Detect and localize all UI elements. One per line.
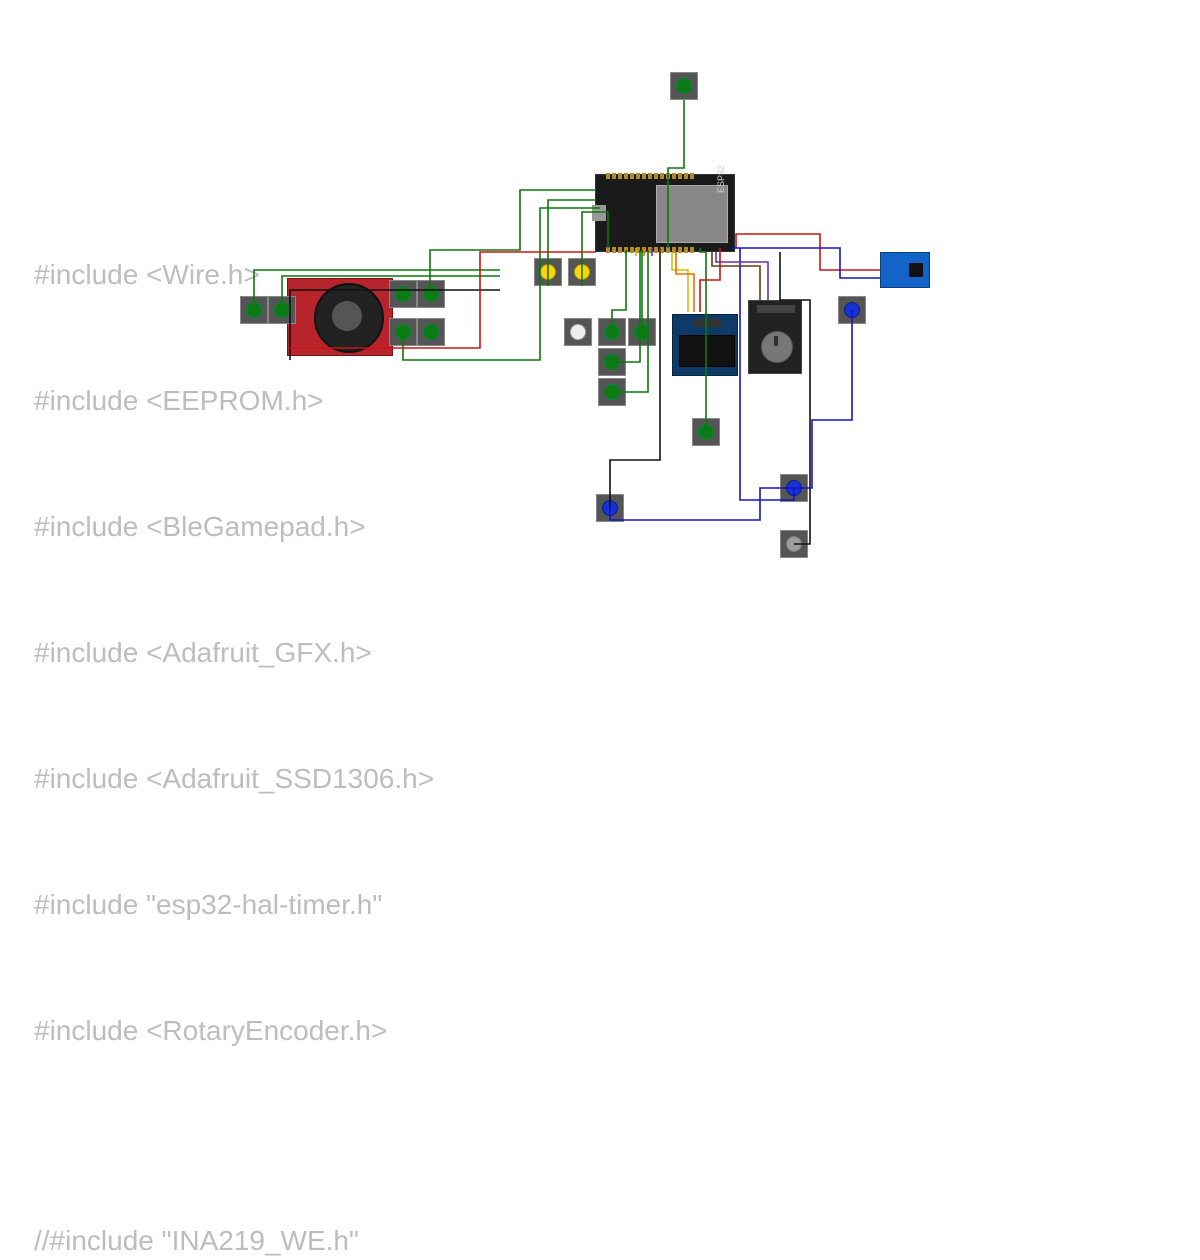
- tact-button-green[interactable]: [268, 296, 296, 324]
- button-cap-icon: [274, 302, 290, 318]
- code-line: #include <Adafruit_SSD1306.h>: [34, 758, 434, 800]
- button-cap-icon: [602, 500, 618, 516]
- imu-chip-icon: [909, 263, 923, 277]
- circuit-canvas[interactable]: ESP32: [0, 0, 1200, 630]
- button-cap-icon: [540, 264, 556, 280]
- pin-row: [757, 305, 795, 313]
- button-cap-icon: [698, 424, 714, 440]
- joystick-module[interactable]: [287, 278, 393, 356]
- tact-button-yellow[interactable]: [568, 258, 596, 286]
- button-cap-icon: [634, 324, 650, 340]
- pin-row: [693, 319, 721, 327]
- tact-button-green[interactable]: [598, 318, 626, 346]
- button-cap-icon: [395, 286, 411, 302]
- tact-button-gray[interactable]: [780, 530, 808, 558]
- tact-button-green[interactable]: [628, 318, 656, 346]
- tact-button-green[interactable]: [389, 280, 417, 308]
- button-cap-icon: [570, 324, 586, 340]
- tact-button-blue[interactable]: [780, 474, 808, 502]
- tact-button-green[interactable]: [598, 348, 626, 376]
- oled-display[interactable]: [672, 314, 738, 376]
- tact-button-yellow[interactable]: [534, 258, 562, 286]
- code-line: #include "esp32-hal-timer.h": [34, 884, 434, 926]
- tact-button-white[interactable]: [564, 318, 592, 346]
- tact-button-blue[interactable]: [838, 296, 866, 324]
- rotary-knob-icon[interactable]: [761, 331, 793, 363]
- usb-port-icon: [592, 205, 606, 221]
- imu-sensor-module[interactable]: [880, 252, 930, 288]
- button-cap-icon: [395, 324, 411, 340]
- tact-button-green[interactable]: [670, 72, 698, 100]
- wire-layer: [0, 0, 1200, 630]
- tact-button-green[interactable]: [389, 318, 417, 346]
- code-line: //#include "INA219_WE.h": [34, 1220, 434, 1260]
- tact-button-blue[interactable]: [596, 494, 624, 522]
- button-cap-icon: [574, 264, 590, 280]
- button-cap-icon: [423, 286, 439, 302]
- pin-row: [606, 173, 726, 179]
- button-cap-icon: [844, 302, 860, 318]
- esp32-board[interactable]: ESP32: [595, 174, 735, 252]
- code-line: #include <Adafruit_GFX.h>: [34, 632, 434, 674]
- joystick-stick-icon[interactable]: [314, 283, 384, 353]
- button-cap-icon: [246, 302, 262, 318]
- button-cap-icon: [676, 78, 692, 94]
- tact-button-green[interactable]: [692, 418, 720, 446]
- code-line: #include <RotaryEncoder.h>: [34, 1010, 434, 1052]
- button-cap-icon: [604, 324, 620, 340]
- tact-button-green[interactable]: [417, 280, 445, 308]
- button-cap-icon: [786, 480, 802, 496]
- tact-button-green[interactable]: [240, 296, 268, 324]
- tact-button-green[interactable]: [598, 378, 626, 406]
- oled-screen-icon: [679, 335, 735, 367]
- button-cap-icon: [604, 384, 620, 400]
- button-cap-icon: [604, 354, 620, 370]
- button-cap-icon: [423, 324, 439, 340]
- pin-row: [606, 247, 726, 253]
- tact-button-green[interactable]: [417, 318, 445, 346]
- button-cap-icon: [786, 536, 802, 552]
- rotary-encoder-module[interactable]: [748, 300, 802, 374]
- esp32-chip-icon: [656, 185, 728, 243]
